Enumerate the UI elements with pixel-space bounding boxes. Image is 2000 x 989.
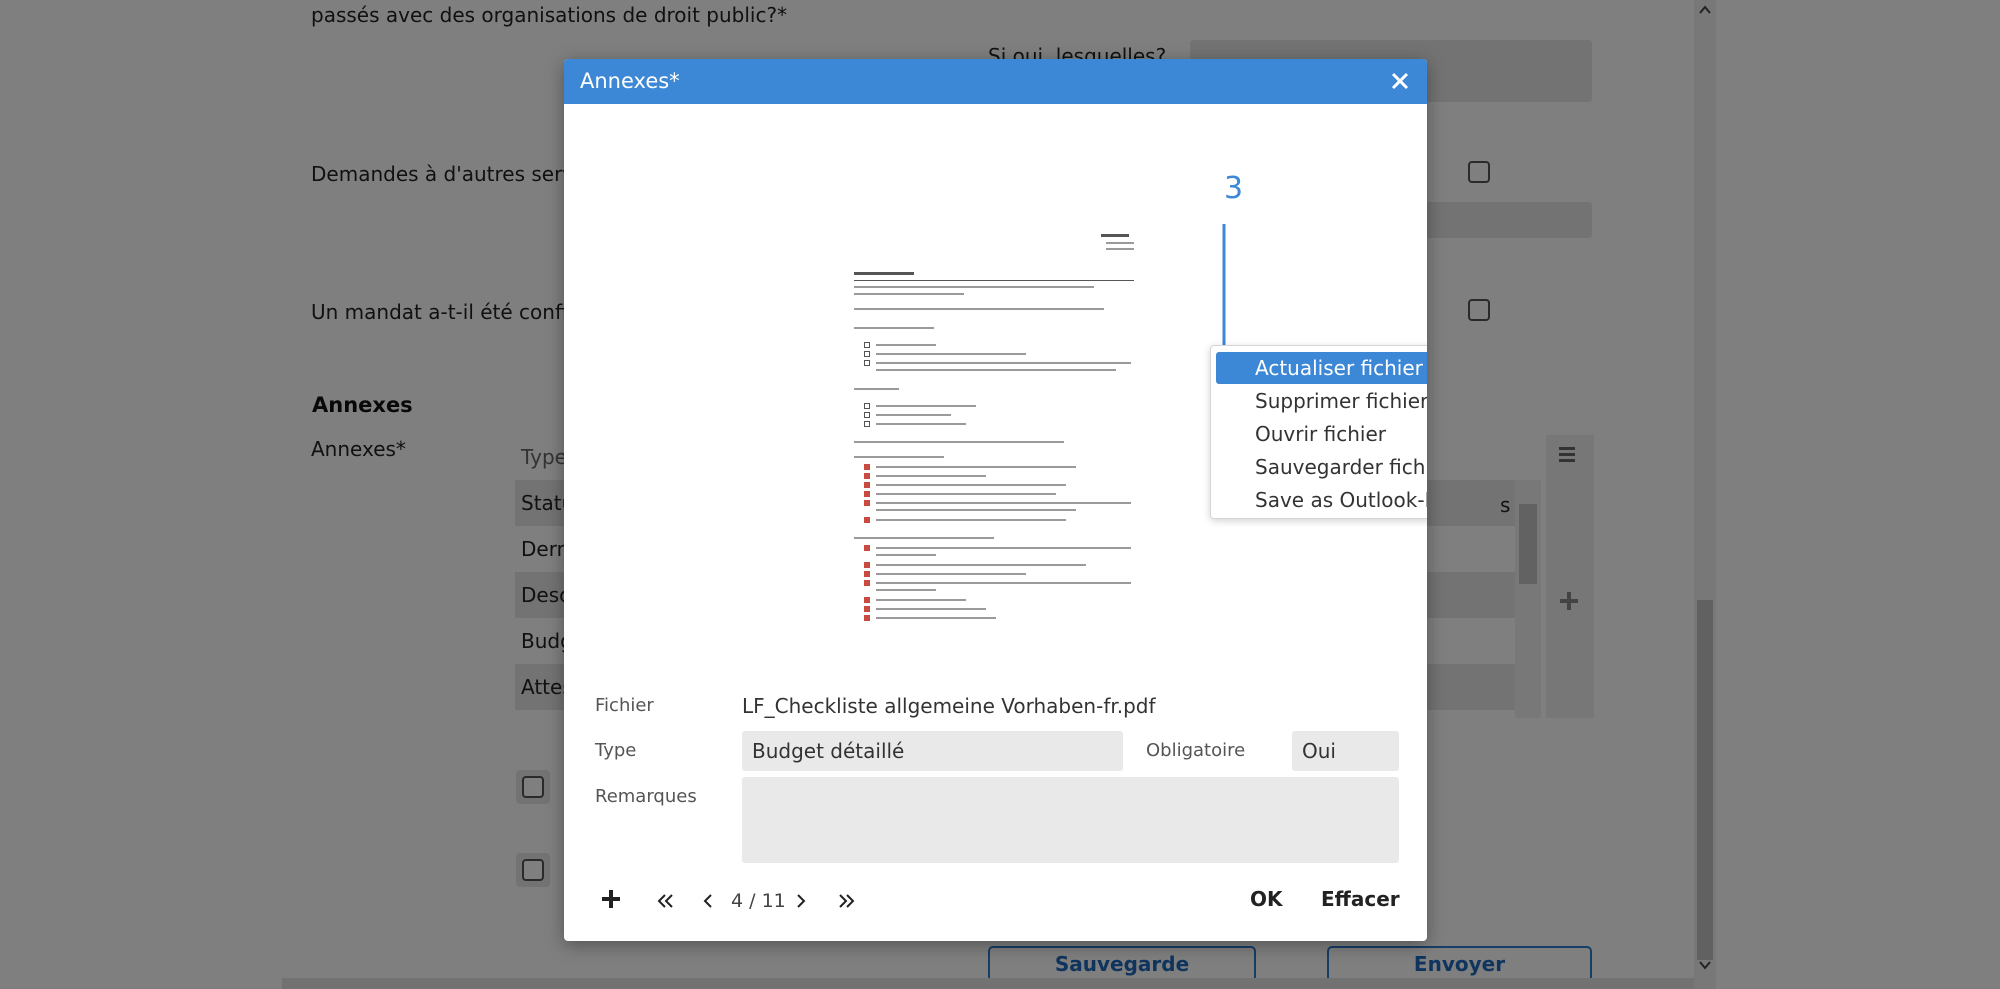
close-icon[interactable] [1387, 68, 1413, 94]
page-indicator: 4 / 11 [731, 890, 786, 912]
next-page-icon[interactable] [795, 893, 807, 909]
obligatoire-field[interactable]: Oui [1292, 731, 1399, 771]
remarques-label: Remarques [595, 786, 697, 807]
menu-item-save-file[interactable]: Sauvegarder fichier [1216, 451, 1427, 483]
fichier-value: LF_Checkliste allgemeine Vorhaben-fr.pdf [742, 694, 1156, 718]
annotation-step-number: 3 [1224, 171, 1244, 206]
annexes-dialog: Annexes* 3 Actualiser fichier Supprimer … [564, 59, 1427, 941]
remarques-field[interactable] [742, 777, 1399, 863]
last-page-icon[interactable] [837, 893, 855, 909]
clear-button[interactable]: Effacer [1321, 887, 1400, 911]
type-label: Type [595, 740, 637, 761]
dialog-title: Annexes* [580, 69, 680, 93]
menu-item-save-outlook-mail[interactable]: Save as Outlook-Mail [1216, 484, 1427, 516]
menu-item-refresh-file[interactable]: Actualiser fichier [1216, 352, 1427, 384]
menu-item-delete-file[interactable]: Supprimer fichier [1216, 385, 1427, 417]
obligatoire-label: Obligatoire [1146, 740, 1246, 761]
add-icon[interactable] [602, 890, 620, 908]
type-field[interactable]: Budget détaillé [742, 731, 1123, 771]
file-context-menu: Actualiser fichier Supprimer fichier Ouv… [1210, 345, 1427, 519]
menu-item-open-file[interactable]: Ouvrir fichier [1216, 418, 1427, 450]
first-page-icon[interactable] [657, 893, 675, 909]
ok-button[interactable]: OK [1250, 887, 1283, 911]
previous-page-icon[interactable] [702, 893, 714, 909]
dialog-header: Annexes* [564, 59, 1427, 104]
fichier-label: Fichier [595, 695, 654, 716]
pdf-preview[interactable] [848, 169, 1148, 639]
